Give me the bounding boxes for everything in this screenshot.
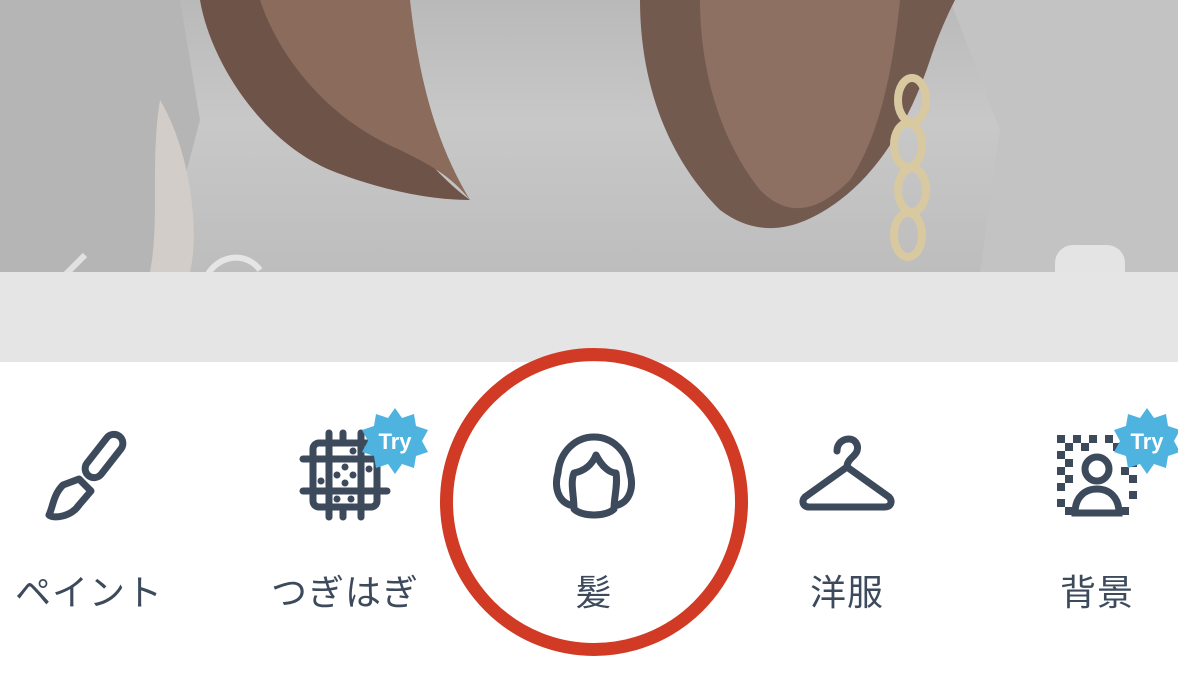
try-badge-text: Try: [1130, 429, 1164, 454]
compare-icon[interactable]: [1050, 240, 1130, 272]
paintbrush-icon: [45, 430, 127, 521]
tool-patch-label: つぎはぎ: [270, 573, 419, 614]
tool-patch[interactable]: Try つぎはぎ: [250, 408, 440, 620]
tool-clothes-label: 洋服: [809, 573, 884, 614]
tool-background[interactable]: Try 背景: [1002, 408, 1178, 620]
tool-paint[interactable]: ペイント: [0, 420, 184, 620]
redo-icon[interactable]: [195, 245, 275, 272]
tool-hair-label: 髪: [575, 573, 613, 614]
try-badge-icon: Try: [362, 408, 428, 474]
edit-toolbar: ペイント Try つぎはぎ 髪 洋服 Try 背景: [0, 362, 1178, 686]
tool-hair[interactable]: 髪: [499, 420, 689, 620]
try-badge-icon: Try: [1114, 408, 1178, 474]
tool-paint-label: ペイント: [14, 573, 163, 614]
try-badge-text: Try: [378, 429, 412, 454]
undo-icon[interactable]: [55, 245, 135, 272]
hanger-icon: [799, 435, 895, 511]
photo-preview: [0, 0, 1178, 272]
canvas-background-band: [0, 272, 1178, 362]
tool-background-label: 背景: [1059, 573, 1134, 614]
tool-clothes[interactable]: 洋服: [752, 420, 942, 620]
hair-icon: [553, 433, 635, 519]
